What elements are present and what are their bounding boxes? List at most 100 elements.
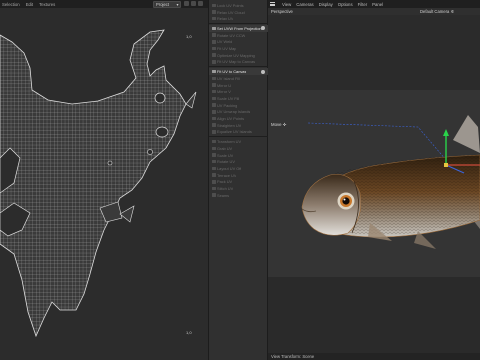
tool-separator (209, 23, 268, 25)
tool-item[interactable]: Pack UV (209, 179, 268, 186)
tool-item[interactable]: Seams (209, 192, 268, 199)
tool-icon (212, 96, 216, 101)
tool-item[interactable]: Mirror U (209, 82, 268, 89)
viewport-menubar: View Cameras Display Options Filter Pane… (268, 0, 480, 8)
tool-item[interactable]: Fit UV Map (209, 45, 268, 52)
tool-icon (212, 33, 216, 37)
gear-icon[interactable] (261, 69, 265, 74)
tool-label: Rotate UV CCW (217, 32, 246, 38)
grid-icon[interactable] (191, 1, 196, 6)
tool-separator (209, 136, 268, 138)
tool-icon (212, 159, 216, 164)
tool-icon (212, 40, 216, 44)
tool-label: UV Island Fill (217, 75, 240, 81)
tool-separator (209, 66, 268, 68)
tool-item[interactable]: Straighten UV (209, 122, 268, 129)
gear-icon[interactable] (261, 26, 265, 31)
vp-menu-filter[interactable]: Filter (358, 2, 368, 7)
tool-label: Set UVW From Projection (217, 25, 262, 31)
tool-item[interactable]: Scale UV (209, 152, 268, 159)
vp-menu-options[interactable]: Options (338, 2, 353, 7)
uv-menu-edit[interactable]: Edit (26, 2, 33, 7)
tool-icon (212, 123, 216, 127)
tool-label: Fit UV Map to Canvas (217, 59, 256, 65)
tool-item[interactable]: Relax UV (209, 15, 268, 22)
tool-icon (212, 153, 216, 157)
view-transform-label: View Transform: Scene (271, 354, 315, 359)
tool-item[interactable]: UV Unwrap Islands (209, 109, 268, 116)
tool-item[interactable]: Rotate UV CCW (209, 32, 268, 39)
tool-icon (212, 193, 216, 197)
uv-coord-bottom: 1,0 (186, 330, 192, 335)
tool-label: Mirror U (217, 82, 232, 88)
vp-menu-display[interactable]: Display (319, 2, 333, 7)
tool-item[interactable]: UV Packing (209, 102, 268, 109)
tool-label: Layout UV Off (217, 165, 242, 171)
tool-icon (212, 110, 216, 114)
tool-icon (212, 139, 216, 144)
tool-item[interactable]: Scale UV Fill (209, 95, 268, 102)
tool-item[interactable]: Optimize UV Mapping (209, 52, 268, 59)
viewport-header: Perspective Default Camera ✲ (268, 8, 480, 15)
settings-icon[interactable] (198, 1, 203, 6)
tool-label: UV Unwrap Islands (217, 109, 251, 115)
tool-label: Lock UV Points (217, 2, 244, 8)
tool-item[interactable]: Stitch UV (209, 185, 268, 192)
tool-icon (212, 146, 216, 151)
tool-label: Pack UV (217, 179, 233, 185)
tool-icon (212, 83, 216, 87)
tool-icon (212, 69, 216, 74)
tool-icon (212, 116, 216, 121)
uv-tools-panel: Lock UV Points Relax UV Cloud Relax UV Set … (208, 0, 268, 360)
3d-viewport: View Cameras Display Options Filter Pane… (268, 0, 480, 360)
tool-icon (212, 60, 216, 64)
uv-canvas[interactable]: 1,0 1,0 (0, 8, 208, 360)
tool-label: Relax UV Cloud (217, 9, 245, 15)
tool-icon (212, 180, 216, 184)
uv-project-dropdown-value: Project (156, 1, 170, 7)
tool-item[interactable]: Fit UV Map to Canvas (209, 59, 268, 66)
uv-menu-selection[interactable]: Selection (2, 2, 20, 7)
tool-item[interactable]: UV Island Fill (209, 75, 268, 82)
uv-project-dropdown[interactable]: Project ▾ (153, 0, 181, 8)
tool-item[interactable]: Layout UV Off (209, 165, 268, 172)
tool-icon (212, 103, 216, 107)
tool-item[interactable]: Terrace UV (209, 172, 268, 179)
tool-icon (212, 46, 216, 51)
tool-icon (212, 76, 216, 81)
tool-label: Grab UV (217, 145, 233, 151)
tool-label: Straighten UV (217, 122, 242, 128)
tool-item[interactable]: Mirror V (209, 88, 268, 95)
tool-item[interactable]: Align UV Points (209, 115, 268, 122)
tool-label: Stitch UV (217, 186, 234, 192)
tool-icon (212, 166, 216, 171)
tool-item[interactable]: Fit UV to Canvas (209, 68, 268, 75)
tool-item[interactable]: Equalize UV Islands (209, 129, 268, 136)
tool-item[interactable]: Transform UV (209, 138, 268, 145)
vp-menu-view[interactable]: View (282, 2, 291, 7)
tool-item[interactable]: Grab UV (209, 145, 268, 152)
uv-menu-textures[interactable]: Textures (39, 2, 55, 7)
tool-item[interactable]: Rotate UV (209, 158, 268, 165)
tool-icon (212, 16, 216, 21)
tool-icon (212, 173, 216, 177)
viewport-camera-label[interactable]: Default Camera ✲ (420, 9, 454, 14)
frame-icon[interactable] (184, 1, 189, 6)
tool-item[interactable]: Lock UV Points (209, 2, 268, 9)
uv-island-main (0, 29, 197, 338)
uv-editor-pane: Selection Edit Textures Project ▾ 1,0 1,… (0, 0, 208, 360)
hamburger-menu-icon[interactable] (270, 2, 275, 6)
tool-item[interactable]: UV Weld (209, 39, 268, 46)
tool-icon (212, 10, 216, 14)
viewport-canvas[interactable] (268, 15, 480, 353)
tool-item[interactable]: Relax UV Cloud (209, 9, 268, 16)
vp-menu-panel[interactable]: Panel (372, 2, 383, 7)
tool-label: Scale UV Fill (217, 95, 240, 101)
tool-label: Relax UV (217, 16, 234, 22)
tool-label: Optimize UV Mapping (217, 52, 255, 58)
tool-item[interactable]: Set UVW From Projection (209, 25, 268, 32)
tool-icon (212, 53, 216, 57)
vp-menu-cameras[interactable]: Cameras (296, 2, 313, 7)
viewport-mode-label: Perspective (271, 9, 293, 14)
chevron-down-icon: ▾ (176, 1, 179, 7)
